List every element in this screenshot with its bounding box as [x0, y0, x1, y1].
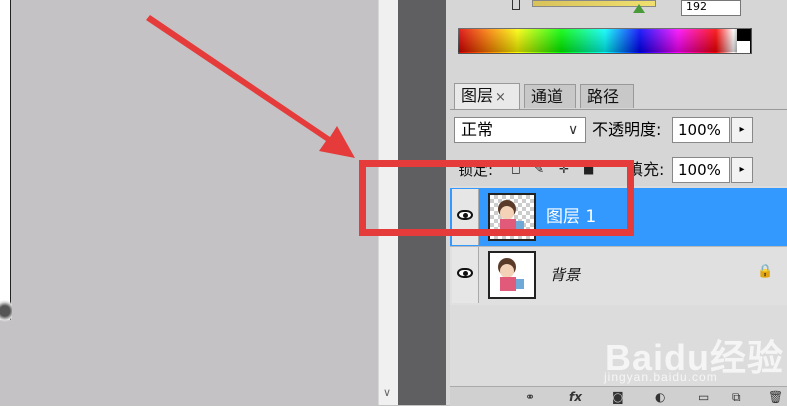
slider-knob-icon[interactable] — [633, 4, 645, 13]
tab-channels[interactable]: 通道 — [524, 84, 576, 108]
highlight-box — [359, 160, 634, 236]
opacity-slider-button[interactable]: ▸ — [731, 117, 753, 143]
background-layer-name[interactable]: 背景 — [550, 263, 580, 287]
spectrum-white-swatch[interactable] — [737, 41, 750, 53]
lock-icon: 🔒 — [757, 264, 774, 279]
fx-icon[interactable]: fx — [569, 390, 582, 404]
eye-icon[interactable] — [457, 268, 473, 278]
chevron-down-icon[interactable]: ∨ — [568, 117, 578, 143]
tab-paths-label: 路径 — [587, 87, 620, 106]
color-value-input[interactable]: 192 — [681, 0, 741, 16]
scroll-down-icon[interactable]: ∨ — [383, 386, 391, 399]
character-thumbnail-icon — [498, 258, 524, 291]
blend-mode-select[interactable]: 正常 — [454, 117, 586, 143]
fill-input[interactable]: 100% — [672, 157, 730, 183]
watermark-url: jingyan.baidu.com — [604, 370, 718, 384]
slider-tick — [512, 0, 520, 10]
color-spectrum-bar[interactable] — [458, 28, 752, 54]
tab-channels-label: 通道 — [531, 87, 564, 106]
opacity-label: 不透明度: — [592, 120, 662, 139]
opacity-input[interactable]: 100% — [672, 117, 730, 143]
document-edge — [0, 0, 11, 320]
spectrum-black-swatch[interactable] — [737, 29, 750, 41]
fill-slider-button[interactable]: ▸ — [731, 157, 753, 183]
tab-paths[interactable]: 路径 — [580, 84, 634, 108]
document-artwork-fragment — [0, 298, 12, 324]
document-canvas[interactable] — [0, 0, 378, 405]
tab-layers[interactable]: 图层 × — [454, 83, 520, 109]
background-thumbnail — [488, 251, 536, 299]
close-icon[interactable]: × — [495, 90, 506, 105]
tab-layers-label: 图层 — [461, 86, 494, 105]
color-slider-row: 192 — [446, 0, 787, 22]
link-icon[interactable]: ⚭ — [525, 390, 535, 404]
